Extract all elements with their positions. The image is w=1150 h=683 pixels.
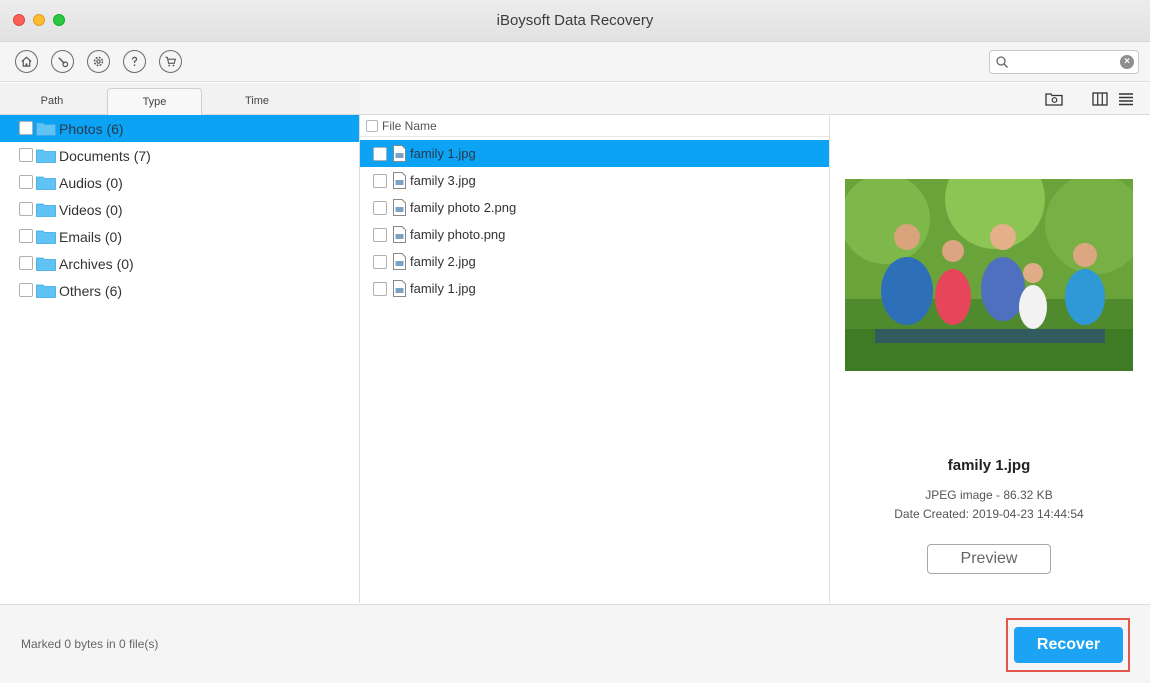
file-row[interactable]: family 2.jpg	[360, 248, 829, 275]
recover-button[interactable]: Recover	[1014, 627, 1123, 663]
category-archives[interactable]: Archives (0)	[0, 250, 359, 277]
file-checkbox[interactable]	[373, 201, 387, 215]
image-file-icon	[393, 172, 406, 189]
file-checkbox[interactable]	[373, 147, 387, 161]
file-name: family 1.jpg	[410, 146, 476, 161]
cart-button[interactable]	[159, 50, 182, 73]
search-icon	[996, 56, 1008, 68]
marked-status: Marked 0 bytes in 0 file(s)	[21, 637, 159, 651]
file-name: family 1.jpg	[410, 281, 476, 296]
footer-bar: Marked 0 bytes in 0 file(s) Recover	[0, 604, 1150, 683]
tools-button[interactable]	[51, 50, 74, 73]
window-title: iBoysoft Data Recovery	[496, 12, 654, 29]
category-label: Documents (7)	[59, 148, 151, 164]
category-audios[interactable]: Audios (0)	[0, 169, 359, 196]
folder-icon	[36, 176, 56, 190]
preview-panel: family 1.jpg JPEG image - 86.32 KB Date …	[830, 115, 1150, 603]
file-row[interactable]: family 3.jpg	[360, 167, 829, 194]
category-photos[interactable]: Photos (6)	[0, 115, 359, 142]
file-row[interactable]: family 1.jpg	[360, 275, 829, 302]
category-videos[interactable]: Videos (0)	[0, 196, 359, 223]
preview-button[interactable]: Preview	[927, 544, 1051, 574]
help-button[interactable]	[123, 50, 146, 73]
category-label: Emails (0)	[59, 229, 123, 245]
file-row[interactable]: family photo.png	[360, 221, 829, 248]
select-all-checkbox[interactable]	[366, 120, 378, 132]
clear-search-icon[interactable]: ×	[1120, 55, 1134, 69]
tab-type[interactable]: Type	[107, 88, 202, 115]
file-name: family 2.jpg	[410, 254, 476, 269]
file-checkbox[interactable]	[373, 282, 387, 296]
file-row[interactable]: family 1.jpg	[360, 140, 829, 167]
image-file-icon	[393, 226, 406, 243]
home-icon	[21, 56, 32, 67]
tab-bar: Path Type Time	[0, 83, 360, 115]
wrench-icon	[58, 57, 69, 68]
search-box[interactable]: ×	[989, 50, 1139, 74]
category-label: Videos (0)	[59, 202, 123, 218]
tab-time[interactable]: Time	[205, 88, 309, 115]
category-label: Photos (6)	[59, 121, 124, 137]
file-checkbox[interactable]	[373, 255, 387, 269]
title-bar: iBoysoft Data Recovery	[0, 0, 1150, 42]
preview-type-size: JPEG image - 86.32 KB	[925, 488, 1053, 502]
preview-date-created: Date Created: 2019-04-23 14:44:54	[894, 507, 1084, 521]
category-panel: Path Type Time Photos (6) Documents (7) …	[0, 83, 360, 603]
list-view-icon[interactable]	[1116, 89, 1136, 109]
category-others[interactable]: Others (6)	[0, 277, 359, 304]
help-icon	[131, 56, 138, 67]
gear-icon	[93, 56, 104, 67]
file-checkbox[interactable]	[373, 228, 387, 242]
image-file-icon	[393, 253, 406, 270]
search-input[interactable]	[1012, 53, 1117, 71]
category-checkbox[interactable]	[19, 256, 33, 270]
folder-icon	[36, 230, 56, 244]
category-checkbox[interactable]	[19, 121, 33, 135]
category-label: Others (6)	[59, 283, 123, 299]
toolbar: ×	[0, 42, 1150, 82]
preview-file-name: family 1.jpg	[947, 457, 1031, 474]
file-checkbox[interactable]	[373, 174, 387, 188]
file-row[interactable]: family photo 2.png	[360, 194, 829, 221]
category-documents[interactable]: Documents (7)	[0, 142, 359, 169]
column-header-label: File Name	[382, 119, 437, 133]
column-view-icon[interactable]	[1090, 89, 1110, 109]
folder-icon	[36, 122, 56, 136]
file-name: family 3.jpg	[410, 173, 476, 188]
category-checkbox[interactable]	[19, 202, 33, 216]
category-checkbox[interactable]	[19, 148, 33, 162]
category-label: Audios (0)	[59, 175, 123, 191]
folder-icon	[36, 203, 56, 217]
category-label: Archives (0)	[59, 256, 134, 272]
file-list-panel: File Name family 1.jpg family 3.jpg fami…	[360, 83, 1150, 603]
image-file-icon	[393, 280, 406, 297]
file-name: family photo 2.png	[410, 200, 517, 215]
category-checkbox[interactable]	[19, 283, 33, 297]
file-name-column-header[interactable]: File Name	[360, 115, 829, 137]
preview-image	[845, 179, 1133, 371]
category-checkbox[interactable]	[19, 175, 33, 189]
home-button[interactable]	[15, 50, 38, 73]
tab-path[interactable]: Path	[0, 88, 104, 115]
file-name: family photo.png	[410, 227, 506, 242]
folder-icon	[36, 149, 56, 163]
image-file-icon	[393, 145, 406, 162]
category-checkbox[interactable]	[19, 229, 33, 243]
file-list-toolbar	[360, 83, 1150, 115]
folder-icon	[36, 257, 56, 271]
cart-icon	[165, 56, 177, 67]
camera-folder-icon[interactable]	[1044, 89, 1064, 109]
folder-icon	[36, 284, 56, 298]
settings-button[interactable]	[87, 50, 110, 73]
image-file-icon	[393, 199, 406, 216]
category-emails[interactable]: Emails (0)	[0, 223, 359, 250]
